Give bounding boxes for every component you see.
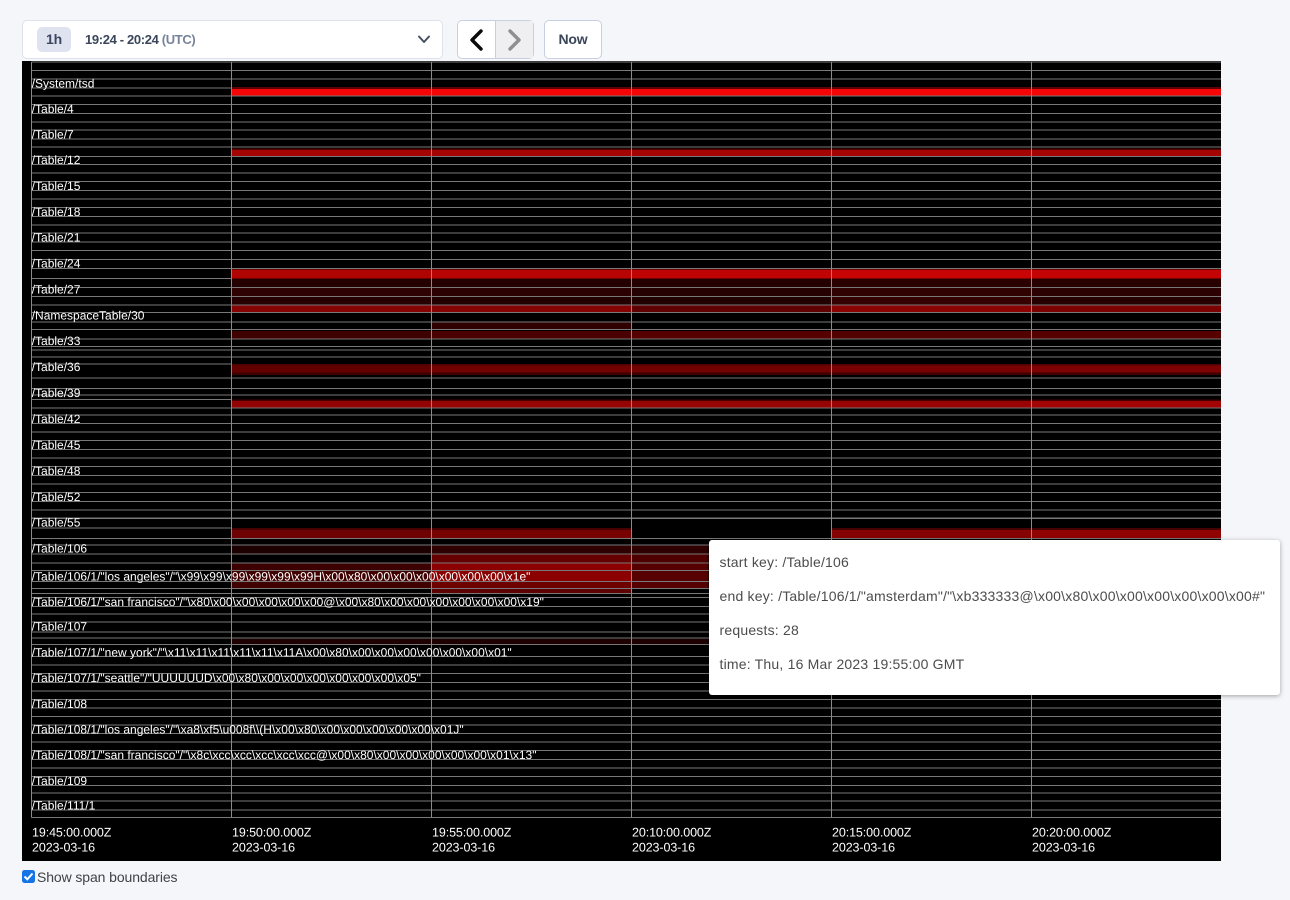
svg-text:20:10:00.000Z: 20:10:00.000Z — [632, 825, 712, 839]
svg-text:/Table/107/1/"seattle"/"UUUUUU: /Table/107/1/"seattle"/"UUUUUUD\x00\x80\… — [32, 671, 421, 685]
svg-text:2023-03-16: 2023-03-16 — [32, 840, 95, 854]
svg-text:2023-03-16: 2023-03-16 — [1032, 840, 1095, 854]
svg-text:/Table/108/1/"los angeles"/"\x: /Table/108/1/"los angeles"/"\xa8\xf5\u00… — [32, 723, 464, 737]
svg-text:/Table/36: /Table/36 — [32, 360, 81, 374]
svg-text:/Table/27: /Table/27 — [32, 283, 81, 297]
svg-text:/Table/4: /Table/4 — [32, 102, 74, 116]
svg-text:/Table/42: /Table/42 — [32, 412, 81, 426]
svg-text:20:15:00.000Z: 20:15:00.000Z — [832, 825, 912, 839]
svg-text:2023-03-16: 2023-03-16 — [632, 840, 695, 854]
svg-text:/Table/48: /Table/48 — [32, 464, 81, 478]
svg-text:/Table/107: /Table/107 — [32, 620, 88, 634]
svg-text:2023-03-16: 2023-03-16 — [232, 840, 295, 854]
svg-text:20:20:00.000Z: 20:20:00.000Z — [1032, 825, 1112, 839]
svg-text:/Table/39: /Table/39 — [32, 386, 81, 400]
svg-text:19:45:00.000Z: 19:45:00.000Z — [32, 825, 112, 839]
svg-text:/Table/108: /Table/108 — [32, 697, 88, 711]
svg-text:/Table/33: /Table/33 — [32, 334, 81, 348]
svg-text:/Table/12: /Table/12 — [32, 153, 81, 167]
svg-text:2023-03-16: 2023-03-16 — [832, 840, 895, 854]
svg-text:/Table/106/1/"san francisco"/": /Table/106/1/"san francisco"/"\x80\x00\x… — [32, 595, 544, 609]
svg-text:/Table/108/1/"san francisco"/": /Table/108/1/"san francisco"/"\x8c\xcc\x… — [32, 748, 537, 762]
svg-text:19:55:00.000Z: 19:55:00.000Z — [432, 825, 512, 839]
svg-text:/Table/111/1: /Table/111/1 — [32, 799, 96, 813]
svg-text:/Table/45: /Table/45 — [32, 438, 81, 452]
svg-text:/Table/55: /Table/55 — [32, 516, 81, 530]
svg-text:/Table/106: /Table/106 — [32, 542, 88, 556]
svg-text:/Table/52: /Table/52 — [32, 490, 81, 504]
svg-text:/NamespaceTable/30: /NamespaceTable/30 — [32, 308, 145, 322]
svg-text:/Table/106/1/"los angeles"/"\x: /Table/106/1/"los angeles"/"\x99\x99\x99… — [32, 569, 531, 583]
svg-text:19:50:00.000Z: 19:50:00.000Z — [232, 825, 312, 839]
svg-text:/Table/21: /Table/21 — [32, 231, 81, 245]
svg-text:/Table/109: /Table/109 — [32, 774, 88, 788]
svg-text:/Table/24: /Table/24 — [32, 257, 81, 271]
svg-text:/Table/107/1/"new york"/"\x11\: /Table/107/1/"new york"/"\x11\x11\x11\x1… — [32, 646, 512, 660]
svg-text:2023-03-16: 2023-03-16 — [432, 840, 495, 854]
svg-text:/Table/7: /Table/7 — [32, 128, 74, 142]
svg-text:/Table/18: /Table/18 — [32, 205, 81, 219]
svg-text:/Table/15: /Table/15 — [32, 179, 81, 193]
svg-text:/System/tsd: /System/tsd — [32, 77, 95, 91]
